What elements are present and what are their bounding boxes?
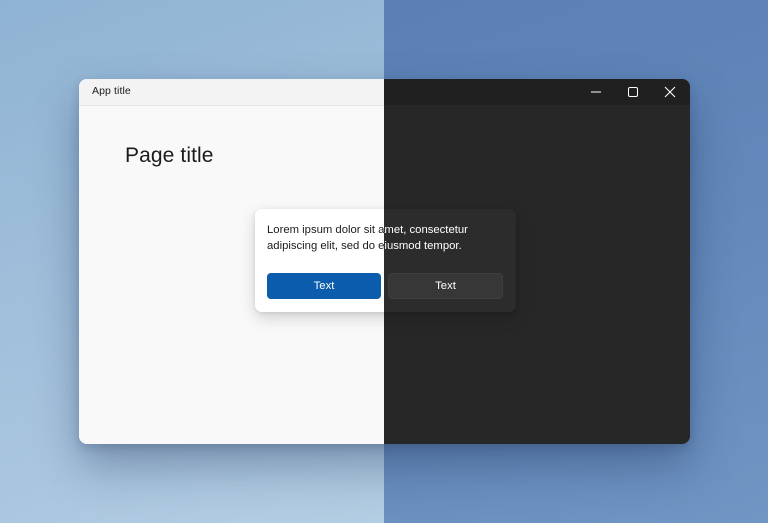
dialog-body-text: Lorem ipsum dolor sit amet, consectetur … (267, 224, 384, 252)
dialog: Lorem ipsum dolor sit amet, consectetur … (255, 209, 516, 312)
primary-button[interactable]: Text (267, 273, 381, 299)
app-title: App title (92, 85, 131, 97)
app-window: App title Page title Lorem ipsum dolor s… (79, 79, 690, 444)
dialog-body-text-dark: Lorem ipsum dolor sit amet, consectetur … (384, 224, 468, 252)
close-icon (664, 86, 676, 98)
secondary-button[interactable]: Text (388, 273, 503, 299)
maximize-icon (628, 87, 638, 97)
minimize-icon (591, 91, 601, 93)
close-button[interactable] (652, 79, 688, 105)
minimize-button[interactable] (578, 79, 614, 105)
primary-button-label: Text (313, 280, 335, 292)
secondary-button-label: Text (435, 280, 456, 292)
page-title: Page title (125, 144, 214, 167)
maximize-button[interactable] (615, 79, 651, 105)
